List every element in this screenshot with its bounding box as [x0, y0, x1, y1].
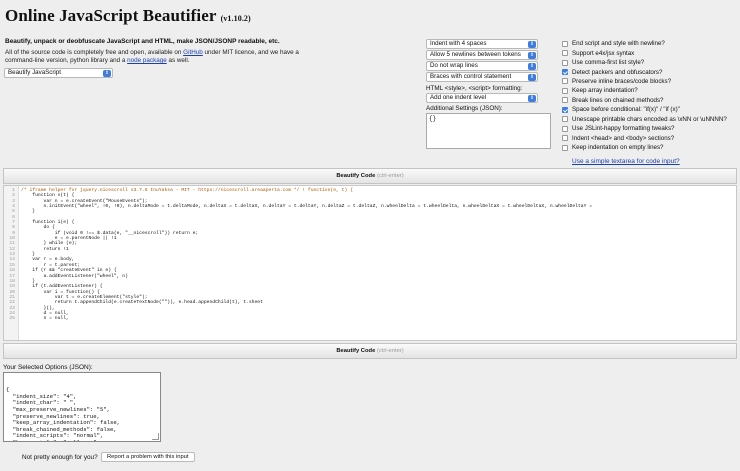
chevron-updown-icon: ⇕ — [528, 95, 536, 102]
chevron-updown-icon: ⇕ — [528, 63, 536, 70]
option-checkbox-row[interactable]: Use comma-first list style? — [562, 58, 738, 67]
desc-text-3: as well. — [166, 57, 190, 64]
checkbox[interactable] — [562, 135, 568, 142]
brace-style-select-value: Braces with control statement — [430, 73, 512, 80]
checkbox-label: Keep array indentation? — [572, 87, 638, 95]
code-text: do { — [21, 225, 55, 231]
beautify-button-bottom-label: Beautify Code — [336, 348, 376, 354]
chevron-updown-icon: ⇕ — [528, 41, 536, 48]
code-text: n.initEvent("wheel", !0, !0), n.deltaMod… — [21, 204, 593, 210]
checkbox-label: Break lines on chained methods? — [572, 96, 664, 104]
additional-settings-input[interactable]: {} — [426, 113, 551, 149]
language-select[interactable]: Beautify JavaScript ⇕ — [4, 68, 113, 78]
html-indent-select[interactable]: Add one indent level ⇕ — [426, 93, 538, 103]
page-description: All of the source code is completely fre… — [5, 49, 305, 65]
simple-textarea-link[interactable]: Use a simple textarea for code input? — [572, 158, 680, 165]
option-checkbox-row[interactable]: End script and style with newline? — [562, 39, 738, 48]
github-link[interactable]: GitHub — [183, 49, 203, 56]
option-checkbox-row[interactable]: Indent <head> and <body> sections? — [562, 133, 738, 142]
checkbox[interactable] — [562, 106, 568, 113]
language-select-value: Beautify JavaScript — [8, 69, 61, 76]
not-pretty-text: Not pretty enough for you? — [22, 454, 98, 461]
indent-select-value: Indent with 4 spaces — [430, 40, 487, 47]
code-text: }(), — [21, 305, 55, 311]
html-indent-select-value: Add one indent level — [430, 94, 487, 101]
checkbox-label: Support e4x/jsx syntax — [572, 49, 635, 57]
code-text: if (void 0 !== $.data(e, "__nicescroll")… — [21, 230, 199, 236]
resize-grip-icon[interactable] — [152, 433, 159, 440]
code-text: n = null, — [21, 316, 69, 322]
additional-settings-label: Additional Settings (JSON): — [426, 105, 503, 112]
checkbox[interactable] — [562, 116, 568, 123]
checkbox[interactable] — [562, 50, 568, 57]
checkbox-label: Use comma-first list style? — [572, 59, 645, 67]
page-title-text: Online JavaScript Beautifier — [5, 6, 217, 25]
checkbox-label: Detect packers and obfuscators? — [572, 68, 663, 76]
option-checkbox-row[interactable]: Space before conditional: "if(x)" / "if … — [562, 105, 738, 114]
report-problem-button[interactable]: Report a problem with this input — [101, 452, 195, 462]
checkbox[interactable] — [562, 59, 568, 66]
option-checkbox-row[interactable]: Break lines on chained methods? — [562, 96, 738, 105]
chevron-updown-icon: ⇕ — [528, 52, 536, 59]
checkbox[interactable] — [562, 125, 568, 132]
code-text: var i = function() { — [21, 289, 100, 295]
code-text: var n = e.createEvent("MouseEvents"); — [21, 198, 148, 204]
beautify-button[interactable]: Beautify Code (ctrl-enter) — [3, 168, 737, 184]
page-subtitle: Beautify, unpack or deobfuscate JavaScri… — [5, 38, 280, 45]
checkbox-label: Indent <head> and <body> sections? — [572, 134, 675, 142]
version-label: (v1.10.2) — [220, 14, 251, 23]
newlines-select[interactable]: Allow 5 newlines between tokens ⇕ — [426, 50, 538, 60]
option-checkbox-row[interactable]: Keep array indentation? — [562, 86, 738, 95]
option-checkbox-row[interactable]: Detect packers and obfuscators? — [562, 67, 738, 76]
code-text: if (t.addEventListener) { — [21, 284, 103, 290]
code-text: a.addEventListener("wheel", n) — [21, 273, 128, 279]
checkbox-label: Use JSLint-happy formatting tweaks? — [572, 125, 675, 133]
code-text: if (r && "createEvent" in e) { — [21, 268, 117, 274]
desc-text-1: All of the source code is completely fre… — [5, 49, 184, 56]
indent-select[interactable]: Indent with 4 spaces ⇕ — [426, 39, 538, 49]
selected-options-json[interactable]: { "indent_size": "4", "indent_char": " "… — [3, 372, 161, 442]
selected-options-label: Your Selected Options (JSON): — [3, 364, 93, 371]
beautify-button-bottom[interactable]: Beautify Code (ctrl-enter) — [3, 343, 737, 359]
option-checkbox-row[interactable]: Unescape printable chars encoded as \xNN… — [562, 115, 738, 124]
checkbox[interactable] — [562, 144, 568, 151]
brace-style-select[interactable]: Braces with control statement ⇕ — [426, 72, 538, 82]
beautify-button-label: Beautify Code — [336, 173, 376, 179]
checkbox-label: End script and style with newline? — [572, 40, 665, 48]
chevron-updown-icon: ⇕ — [528, 74, 536, 81]
option-checkbox-row[interactable]: Keep indentation on empty lines? — [562, 143, 738, 152]
options-checkbox-list: End script and style with newline? Suppor… — [562, 39, 738, 152]
html-formatting-label: HTML <style>, <script> formatting: — [426, 85, 523, 92]
checkbox-label: Space before conditional: "if(x)" / "if … — [572, 106, 680, 114]
options-json-line: "brace_style": "collapse", — [6, 439, 158, 441]
checkbox-label: Unescape printable chars encoded as \xNN… — [572, 115, 727, 123]
wrap-select-value: Do not wrap lines — [430, 62, 478, 69]
newlines-select-value: Allow 5 newlines between tokens — [430, 51, 521, 58]
code-line: 25 n = null, — [4, 316, 736, 321]
beautify-button-hint: (ctrl-enter) — [376, 173, 404, 179]
code-text: } while (e); — [21, 241, 78, 247]
option-checkbox-row[interactable]: Preserve inline braces/code blocks? — [562, 77, 738, 86]
checkbox-label: Preserve inline braces/code blocks? — [572, 77, 672, 85]
code-lines: 1/* iframe helper for jquery.nicescroll … — [4, 186, 736, 322]
code-editor[interactable]: 1/* iframe helper for jquery.nicescroll … — [3, 185, 737, 341]
code-text: return t.appendChild(e.createTextNode(""… — [21, 300, 263, 306]
wrap-select[interactable]: Do not wrap lines ⇕ — [426, 61, 538, 71]
beautify-button-bottom-hint: (ctrl-enter) — [376, 348, 404, 354]
checkbox[interactable] — [562, 69, 568, 76]
checkbox[interactable] — [562, 97, 568, 104]
chevron-updown-icon: ⇕ — [103, 70, 111, 77]
line-number: 25 — [9, 316, 15, 322]
checkbox-label: Keep indentation on empty lines? — [572, 144, 664, 152]
page-title: Online JavaScript Beautifier (v1.10.2) — [5, 6, 251, 26]
checkbox[interactable] — [562, 78, 568, 85]
code-text: } — [21, 209, 36, 215]
node-package-link[interactable]: node package — [127, 57, 167, 64]
option-checkbox-row[interactable]: Use JSLint-happy formatting tweaks? — [562, 124, 738, 133]
option-checkbox-row[interactable]: Support e4x/jsx syntax — [562, 48, 738, 57]
checkbox[interactable] — [562, 40, 568, 47]
code-text: function o(t) { — [21, 193, 75, 199]
checkbox[interactable] — [562, 87, 568, 94]
code-text: var r = e.body, — [21, 257, 75, 263]
